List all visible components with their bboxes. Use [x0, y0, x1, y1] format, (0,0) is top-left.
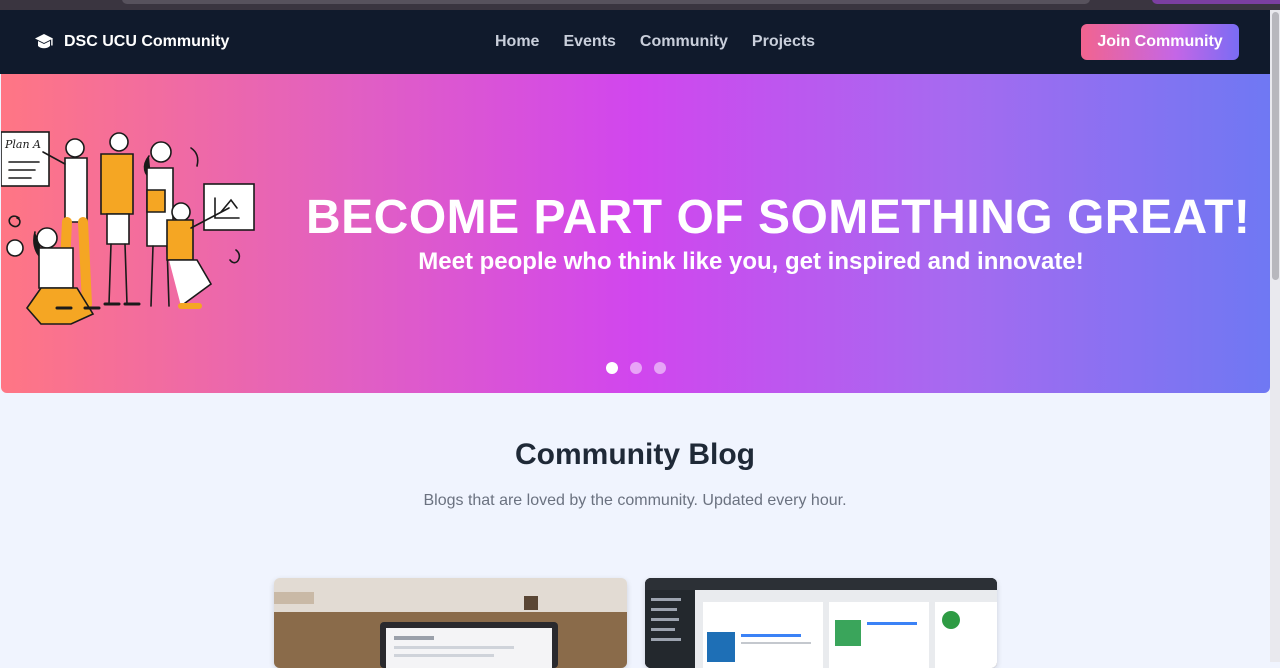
nav-link-events[interactable]: Events — [563, 33, 615, 51]
team-illustration: Plan A — [1, 131, 255, 325]
carousel-dot-2[interactable] — [630, 362, 642, 374]
browser-address-bar — [122, 0, 1090, 4]
nav-links: Home Events Community Projects — [495, 10, 839, 74]
hero-carousel: Plan A BECOME PART OF SOMETHING GREAT! M… — [1, 74, 1270, 393]
navbar: DSC UCU Community Home Events Community … — [0, 10, 1270, 74]
graduation-cap-icon — [35, 34, 53, 49]
hero-title: BECOME PART OF SOMETHING GREAT! — [306, 191, 1251, 244]
blog-card-1[interactable] — [274, 578, 627, 668]
carousel-dot-3[interactable] — [654, 362, 666, 374]
laptop-image — [274, 578, 627, 668]
carousel-dot-1[interactable] — [606, 362, 618, 374]
dashboard-image — [645, 578, 997, 668]
nav-link-home[interactable]: Home — [495, 33, 539, 51]
nav-link-projects[interactable]: Projects — [752, 33, 815, 51]
browser-extension-pill — [1152, 0, 1280, 4]
brand[interactable]: DSC UCU Community — [34, 10, 229, 74]
carousel-indicators — [606, 362, 678, 374]
join-community-button[interactable]: Join Community — [1081, 24, 1239, 60]
blog-section-title: Community Blog — [515, 438, 755, 471]
blog-card-2[interactable] — [645, 578, 997, 668]
brand-name: DSC UCU Community — [64, 33, 230, 50]
blog-section-subtitle: Blogs that are loved by the community. U… — [423, 492, 847, 509]
hero-subtitle: Meet people who think like you, get insp… — [418, 248, 1084, 275]
scrollbar-thumb[interactable] — [1272, 12, 1279, 280]
nav-link-community[interactable]: Community — [640, 33, 728, 51]
browser-top-strip — [0, 0, 1280, 10]
plan-a-text: Plan A — [4, 138, 41, 151]
